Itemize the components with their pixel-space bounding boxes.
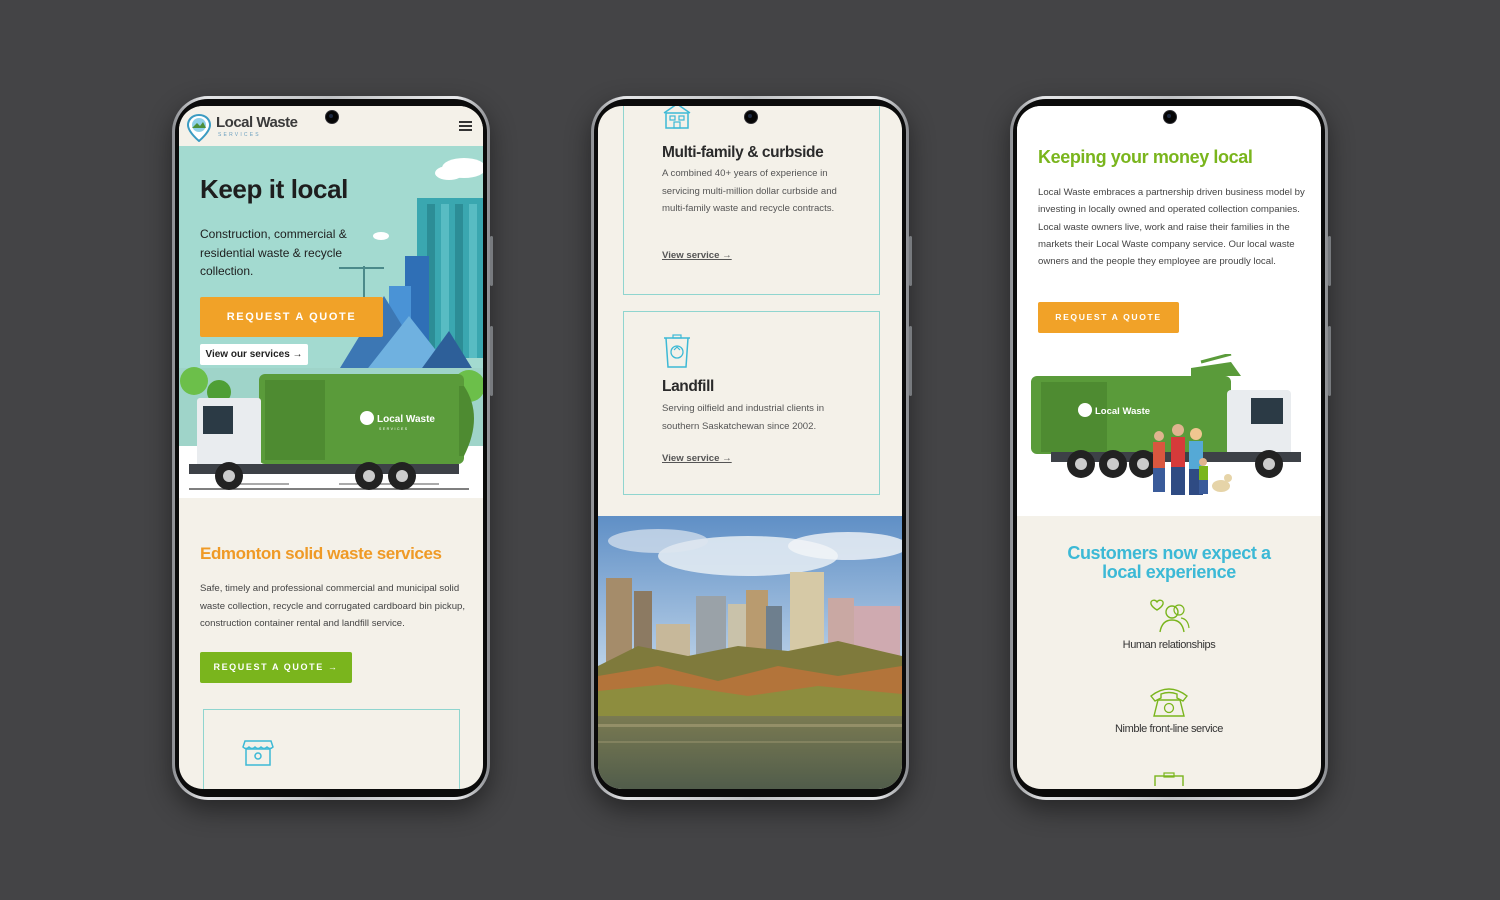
- svg-text:Local Waste: Local Waste: [1095, 406, 1150, 417]
- view-service-link[interactable]: View service →: [662, 250, 732, 261]
- about-section: Keeping your money local Local Waste emb…: [1017, 106, 1321, 516]
- recycle-bin-icon: [664, 334, 690, 368]
- service-card-multi-family[interactable]: Multi-family & curbside A combined 40+ y…: [623, 106, 880, 295]
- truck-family-illustration: Local Waste: [1031, 354, 1301, 495]
- section-description: Safe, timely and professional commercial…: [200, 583, 466, 629]
- request-quote-button[interactable]: REQUEST A QUOTE: [1038, 302, 1179, 333]
- feature-label: Human relationships: [1122, 639, 1216, 651]
- section-title: Keeping your money local: [1038, 147, 1253, 167]
- side-button: [1328, 236, 1331, 286]
- phone-mockup-services: Multi-family & curbside A combined 40+ y…: [591, 96, 912, 800]
- phone-mockup-about: Keeping your money local Local Waste emb…: [1010, 96, 1331, 800]
- logo-tagline: SERVICES: [218, 132, 261, 138]
- svg-text:SERVICES: SERVICES: [379, 427, 409, 431]
- menu-icon[interactable]: [459, 121, 472, 131]
- service-title: Multi-family & curbside: [662, 144, 824, 161]
- people-heart-icon: [1150, 599, 1190, 633]
- section-title: Edmonton solid waste services: [200, 544, 442, 563]
- service-title: Landfill: [662, 378, 714, 395]
- camera-icon: [325, 110, 339, 124]
- feature-item: Human relationships: [1017, 598, 1321, 651]
- location-pin-logo-icon: [187, 114, 211, 142]
- side-button: [909, 326, 912, 396]
- feature-icon: [1154, 772, 1184, 786]
- section-heading: Customers now expect a local experience: [1067, 543, 1271, 582]
- camera-icon: [744, 110, 758, 124]
- request-quote-button[interactable]: REQUEST A QUOTE: [200, 297, 383, 337]
- side-button: [490, 326, 493, 396]
- side-button: [490, 236, 493, 286]
- svg-text:Local Waste: Local Waste: [377, 414, 435, 425]
- site-logo[interactable]: Local Waste SERVICES: [187, 112, 307, 144]
- logo-wordmark: Local Waste: [216, 114, 298, 131]
- service-card-landfill[interactable]: Landfill Serving oilfield and industrial…: [623, 311, 880, 495]
- hero-section: Local Waste SERVICES Keep it local Const…: [179, 146, 483, 498]
- feature-label: Nimble front-line service: [1115, 723, 1223, 735]
- feature-item: Nimble front-line service: [1017, 684, 1321, 735]
- phone-screen: Local Waste SERVICES Local Waste SERVICE…: [179, 106, 483, 789]
- service-card[interactable]: [203, 709, 460, 789]
- phone-mockup-homepage: Local Waste SERVICES Local Waste SERVICE…: [172, 96, 493, 800]
- phone-screen: Multi-family & curbside A combined 40+ y…: [598, 106, 902, 789]
- phone-screen: Keeping your money local Local Waste emb…: [1017, 106, 1321, 789]
- building-icon: [663, 106, 691, 129]
- service-description: A combined 40+ years of experience in se…: [662, 168, 837, 214]
- request-quote-button[interactable]: REQUEST A QUOTE →: [200, 652, 352, 683]
- phone-icon: [1150, 688, 1188, 717]
- storefront-icon: [242, 740, 274, 766]
- camera-icon: [1163, 110, 1177, 124]
- side-button: [1328, 326, 1331, 396]
- service-description: Serving oilfield and industrial clients …: [662, 403, 825, 432]
- view-services-link[interactable]: View our services →: [200, 344, 308, 365]
- city-skyline-photo: [598, 516, 902, 789]
- section-description: Local Waste embraces a partnership drive…: [1038, 187, 1305, 268]
- hero-title: Keep it local: [200, 174, 348, 204]
- side-button: [909, 236, 912, 286]
- view-service-link[interactable]: View service →: [662, 453, 732, 464]
- hero-description: Construction, commercial & residential w…: [200, 227, 347, 278]
